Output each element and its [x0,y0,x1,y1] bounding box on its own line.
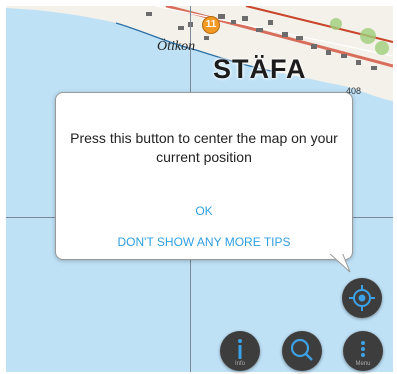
dont-show-tips-button[interactable]: DON'T SHOW ANY MORE TIPS [66,235,342,249]
ok-button[interactable]: OK [66,204,342,218]
tip-message: Press this button to center the map on y… [70,130,338,165]
search-button[interactable] [282,331,322,371]
tip-pointer [328,252,351,273]
info-button[interactable]: Info [220,331,260,371]
restaurant-poi-icon[interactable]: 11 [202,16,220,34]
place-label-otikon: Ötikon [157,39,196,54]
menu-button[interactable]: Menu [343,331,383,371]
menu-button-label: Menu [355,361,371,367]
center-map-button[interactable] [342,278,382,318]
place-label-stafa: STÄFA [213,54,307,84]
search-icon [290,338,313,361]
tip-dialog: Press this button to center the map on y… [55,92,353,260]
info-button-label: Info [234,361,245,367]
gps-target-icon [349,285,375,311]
